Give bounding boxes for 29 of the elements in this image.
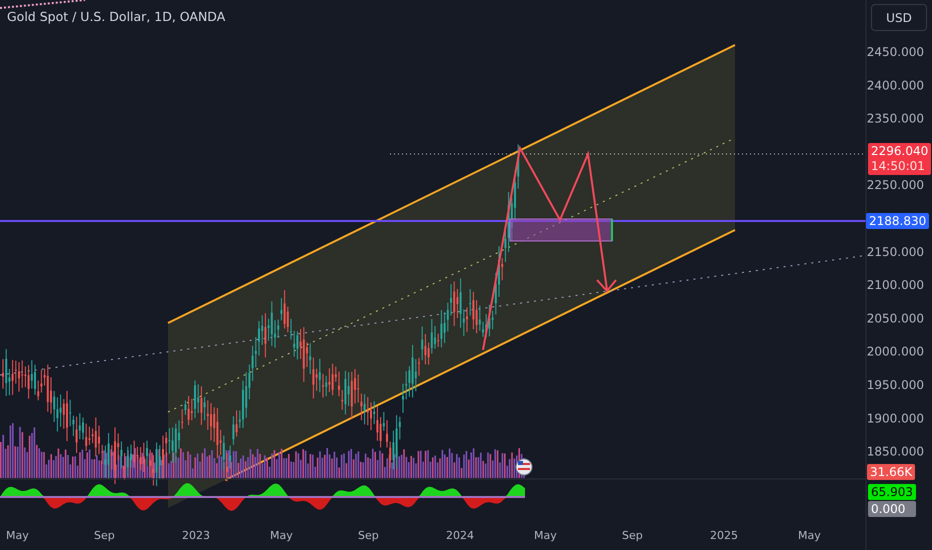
last-price-value: 2296.040 bbox=[871, 144, 928, 159]
price-axis-label: 2000.000 bbox=[866, 344, 924, 359]
price-axis-label: 2400.000 bbox=[866, 78, 924, 92]
time-axis-label: Sep bbox=[94, 529, 115, 542]
countdown-text: 14:50:01 bbox=[871, 159, 926, 174]
time-axis-label: May bbox=[798, 529, 821, 542]
oscillator-value-badge: 0.000 bbox=[868, 501, 916, 517]
price-axis-label: 2050.000 bbox=[866, 311, 924, 326]
time-axis-label: Sep bbox=[358, 529, 379, 542]
price-axis-label: 1850.000 bbox=[866, 444, 924, 459]
price-axis-label: 2450.000 bbox=[866, 45, 924, 59]
price-axis-label: 2150.000 bbox=[866, 244, 924, 259]
price-axis-label: 2100.000 bbox=[866, 278, 924, 292]
time-axis-label: 2025 bbox=[710, 529, 738, 542]
time-axis-label: 2024 bbox=[446, 529, 474, 542]
time-axis-label: May bbox=[534, 529, 557, 542]
price-axis-label: 2250.000 bbox=[866, 178, 924, 192]
price-axis-label: 2350.000 bbox=[866, 112, 924, 126]
chart-title: Gold Spot / U.S. Dollar, 1D, OANDA bbox=[7, 9, 226, 24]
oscillator-value-badge: 65.903 bbox=[868, 484, 916, 500]
price-axis-label: 1900.000 bbox=[866, 411, 924, 426]
currency-button[interactable]: USD bbox=[871, 4, 927, 31]
time-axis-label: 2023 bbox=[182, 529, 210, 542]
time-axis-label: Sep bbox=[622, 529, 643, 542]
time-axis-label: May bbox=[6, 529, 29, 542]
time-axis-label: May bbox=[270, 529, 293, 542]
price-axis-label: 1950.000 bbox=[866, 378, 924, 392]
volume-badge: 31.66K bbox=[867, 464, 916, 480]
level-price-badge: 2188.830 bbox=[866, 213, 930, 229]
